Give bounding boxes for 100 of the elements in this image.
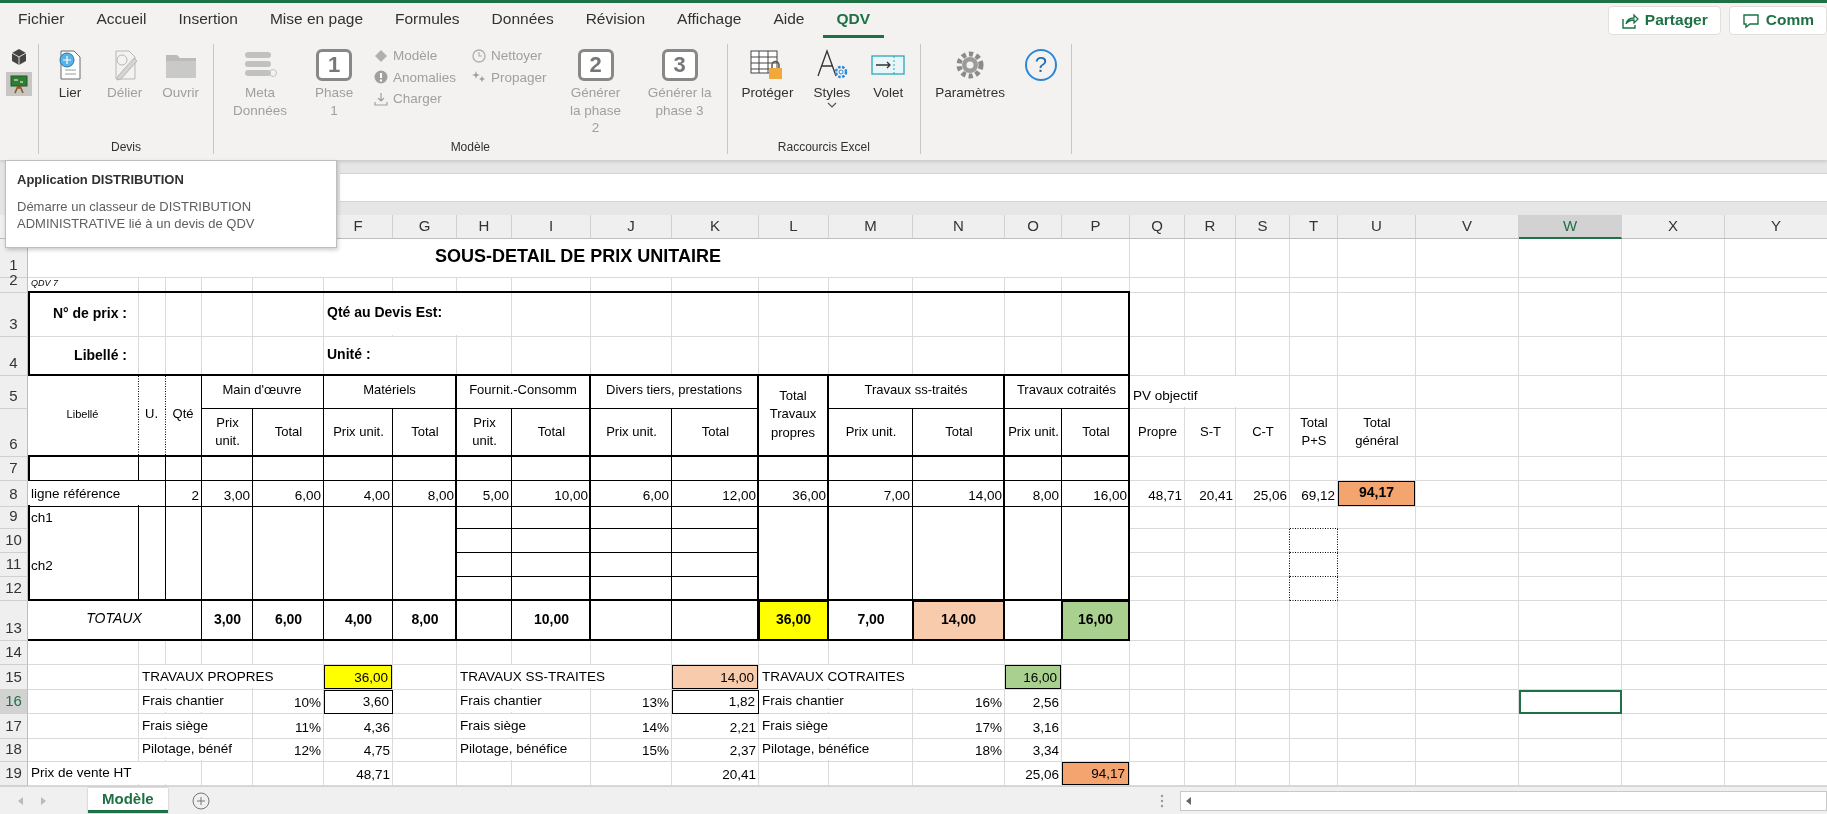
ribbon-button[interactable]: Protéger xyxy=(733,44,802,140)
row-header[interactable]: 4 xyxy=(0,337,28,376)
row-header[interactable]: 17 xyxy=(0,714,28,739)
table-cell: 14,00 xyxy=(672,665,758,689)
table-cell-text: Prix unit. xyxy=(605,422,658,441)
plus-circle-icon xyxy=(191,791,210,810)
ribbon-tab[interactable]: Accueil xyxy=(82,6,161,38)
table-cell-text: Propre xyxy=(1137,422,1178,441)
column-header[interactable]: S xyxy=(1236,215,1290,239)
table-cell: 16,00 xyxy=(1005,665,1061,689)
ribbon-button[interactable]: Styles xyxy=(805,44,859,140)
row-header[interactable]: 7 xyxy=(0,457,28,481)
table-cell-text: Prix unit. xyxy=(214,413,241,450)
ribbon-tab[interactable]: Mise en page xyxy=(255,6,377,38)
add-sheet-button[interactable] xyxy=(191,791,210,810)
table-cell-text: Total xyxy=(700,422,731,441)
table-cell-text: Total xyxy=(410,422,440,441)
column-header[interactable]: R xyxy=(1185,215,1236,239)
table-cell-text: C-T xyxy=(1251,422,1275,441)
table-cell-text: 3,00 xyxy=(222,487,251,506)
alert-icon xyxy=(374,70,388,85)
row-header[interactable]: 10 xyxy=(0,529,28,553)
table-cell-text: 4,36 xyxy=(362,719,391,738)
column-header[interactable]: Q xyxy=(1130,215,1185,239)
table-cell: 3,60 xyxy=(324,690,393,714)
ribbon-button[interactable]: Lier xyxy=(45,44,95,140)
table-cell-text: 10,00 xyxy=(553,487,589,506)
table-cell: 16,00 xyxy=(1062,601,1129,640)
column-header[interactable]: L xyxy=(759,215,829,239)
row-header[interactable]: 3 xyxy=(0,293,28,337)
column-header[interactable]: N xyxy=(913,215,1005,239)
row-header[interactable]: 6 xyxy=(0,409,28,457)
table-cell-text: Total général xyxy=(1354,413,1400,450)
comment-button[interactable]: Comm xyxy=(1728,6,1827,35)
column-header[interactable]: H xyxy=(457,215,512,239)
table-cell-text: 4,75 xyxy=(362,742,391,761)
ribbon-button[interactable]: Volet xyxy=(862,44,915,140)
group-label: Raccourcis Excel xyxy=(776,139,871,154)
ribbon-button[interactable] xyxy=(6,72,32,96)
row-header[interactable]: 11 xyxy=(0,553,28,577)
row-header[interactable]: 8 xyxy=(0,481,28,507)
table-cell: 14,00 xyxy=(913,601,1004,640)
table-cell: 94,17 xyxy=(1338,481,1415,506)
table-cell-text: 14% xyxy=(640,719,670,738)
ribbon-tab[interactable]: Affichage xyxy=(663,6,756,38)
row-header[interactable]: 9 xyxy=(0,507,28,529)
column-header[interactable]: X xyxy=(1622,215,1725,239)
table-cell-text: S-T xyxy=(1199,422,1222,441)
ribbon-tab[interactable]: Fichier xyxy=(4,6,79,38)
table-cell-text: 11% xyxy=(293,719,322,738)
column-header[interactable]: T xyxy=(1290,215,1338,239)
column-header[interactable]: W xyxy=(1519,215,1622,239)
ribbon-button[interactable]: Paramètres xyxy=(927,44,1013,154)
column-header[interactable]: J xyxy=(591,215,672,239)
table-cell-text: Prix unit. xyxy=(471,413,498,450)
column-header[interactable]: I xyxy=(512,215,591,239)
table-cell-text: 16,00 xyxy=(1092,487,1128,506)
column-header[interactable]: Y xyxy=(1725,215,1827,239)
table-cell-text: 8,00 xyxy=(410,610,440,630)
share-icon xyxy=(1620,11,1639,30)
share-button[interactable]: Partager xyxy=(1607,6,1721,35)
column-header[interactable]: P xyxy=(1062,215,1130,239)
column-header[interactable]: K xyxy=(672,215,759,239)
row-header[interactable]: 13 xyxy=(0,601,28,641)
ribbon-tab[interactable]: Formules xyxy=(381,6,474,38)
row-header[interactable]: 15 xyxy=(0,665,28,690)
table-cell-text: Total xyxy=(273,422,304,441)
ribbon-tab[interactable]: Révision xyxy=(571,6,660,38)
diamond-icon xyxy=(374,48,388,63)
table-cell-text: 8,00 xyxy=(1031,487,1060,506)
table-cell-text: Libellé : xyxy=(73,345,128,365)
ribbon-tab[interactable]: Aide xyxy=(759,6,819,38)
table-cell-text: 13% xyxy=(640,694,670,713)
ribbon-tab[interactable]: Insertion xyxy=(164,6,252,38)
horizontal-scrollbar[interactable] xyxy=(1180,790,1827,811)
row-header[interactable]: 14 xyxy=(0,641,28,665)
column-header[interactable]: O xyxy=(1005,215,1062,239)
row-header[interactable]: 18 xyxy=(0,739,28,762)
column-header[interactable]: U xyxy=(1338,215,1416,239)
column-header[interactable]: G xyxy=(393,215,457,239)
tooltip-text: Démarre un classeur de DISTRIBUTION ADMINISTRATIVE lié à un devis de QDV xyxy=(17,197,256,233)
help-button[interactable]: ? xyxy=(1016,44,1065,154)
column-header[interactable]: V xyxy=(1416,215,1519,239)
right-arrow-icon xyxy=(40,795,48,806)
row-header[interactable]: 16 xyxy=(0,690,28,714)
table-cell-text: 2 xyxy=(190,487,200,506)
column-header[interactable]: M xyxy=(829,215,913,239)
table-cell-text: 2,37 xyxy=(728,742,757,761)
row-header[interactable]: 5 xyxy=(0,376,28,409)
table-cell-text: 4,00 xyxy=(343,610,374,630)
table-cell-text: 4,00 xyxy=(362,487,391,506)
sheet-tab[interactable]: Modèle xyxy=(88,788,168,813)
comment-icon xyxy=(1741,11,1760,30)
row-header[interactable]: 12 xyxy=(0,577,28,601)
active-cell[interactable] xyxy=(1519,690,1622,714)
row-header[interactable]: 19 xyxy=(0,762,28,786)
ribbon-tab[interactable]: Données xyxy=(477,6,568,38)
table-cell-text: Prix unit. xyxy=(332,422,385,441)
table-cell-text: 18% xyxy=(973,742,1003,761)
table-cell-text: Total xyxy=(536,422,567,441)
